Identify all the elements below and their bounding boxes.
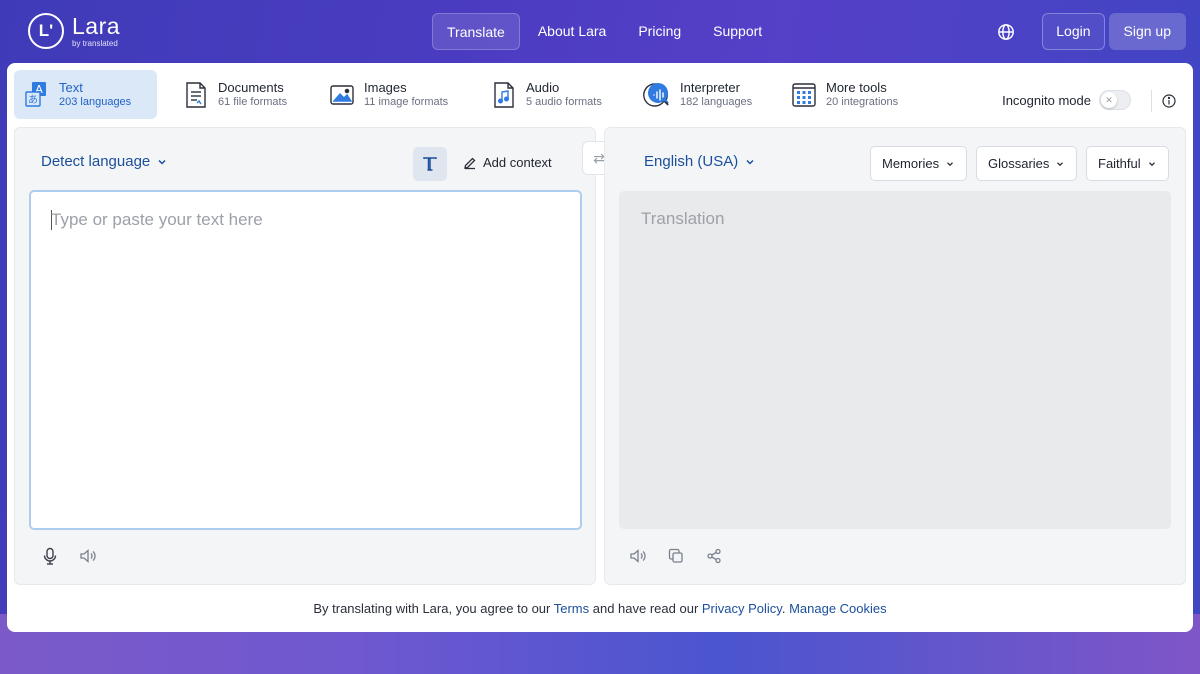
tab-more-tools-title: More tools [826,79,887,95]
tab-interpreter[interactable]: Interpreter 182 languages [631,70,769,119]
source-language-select[interactable]: Detect language [41,153,168,170]
login-button[interactable]: Login [1042,13,1105,50]
brand-sub: by translated [72,38,118,48]
add-context-label: Add context [483,155,552,170]
tab-audio[interactable]: Audio 5 audio formats [481,70,619,119]
tab-text-title: Text [59,79,83,95]
grid-tools-icon [791,81,817,109]
tab-documents[interactable]: Documents 61 file formats [173,70,303,119]
translation-placeholder: Translation [641,209,725,228]
chevron-down-icon [744,156,756,168]
share-icon[interactable] [703,545,725,567]
nav-about-lara[interactable]: About Lara [524,13,621,50]
signup-button[interactable]: Sign up [1108,13,1186,50]
terms-link[interactable]: Terms [554,601,589,616]
source-panel: Detect language Add context Type or past… [14,127,596,585]
chevron-down-icon [156,156,168,168]
tab-images[interactable]: Images 11 image formats [319,70,467,119]
target-language-select[interactable]: English (USA) [644,153,756,170]
text-format-button[interactable] [413,147,447,181]
memories-dropdown[interactable]: Memories [870,146,968,181]
glossaries-label: Glossaries [988,156,1050,171]
speaker-icon[interactable] [77,545,99,567]
style-label: Faithful [1098,156,1141,171]
logo-text: Lara by translated [72,12,121,48]
tab-audio-title: Audio [526,79,560,95]
document-icon [183,81,209,109]
top-navigation: L' Lara by translated Translate About La… [0,0,1200,62]
translation-output: Translation [619,191,1171,529]
svg-text:あ: あ [28,94,38,106]
source-placeholder: Type or paste your text here [51,210,263,229]
image-icon [329,81,355,109]
globe-icon[interactable] [988,14,1024,50]
logo-mark: L' [28,13,64,49]
tab-interpreter-sub: 182 languages [680,95,753,108]
tab-documents-sub: 61 file formats [218,95,288,108]
brand-name: Lara [72,12,121,39]
chevron-down-icon [1147,159,1157,169]
target-language-label: English (USA) [644,153,739,170]
glossaries-dropdown[interactable]: Glossaries [976,146,1078,181]
tab-images-title: Images [364,79,407,95]
source-language-label: Detect language [41,153,151,170]
tab-documents-title: Documents [218,79,284,95]
nav-pricing[interactable]: Pricing [624,13,695,50]
microphone-icon[interactable] [39,545,61,567]
tab-images-sub: 11 image formats [364,95,449,108]
memories-label: Memories [882,156,940,171]
divider [1151,90,1152,112]
pencil-icon [463,156,477,170]
speaker-icon[interactable] [627,545,649,567]
logo-glyph: L' [38,21,54,40]
incognito-control: Incognito mode ✕ [1002,90,1131,110]
footer-middle: and have read our [589,601,702,616]
incognito-toggle[interactable]: ✕ [1099,90,1131,110]
manage-cookies-link[interactable]: Manage Cookies [789,601,887,616]
audio-file-icon [491,81,517,109]
text-format-icon [422,156,438,172]
target-actions [627,545,725,567]
legal-footer: By translating with Lara, you agree to o… [7,601,1193,616]
tab-more-tools[interactable]: More tools 20 integrations [781,70,921,119]
incognito-label: Incognito mode [1002,92,1091,108]
text-translate-icon: A あ [24,81,50,109]
privacy-policy-link[interactable]: Privacy Policy [702,601,782,616]
tab-interpreter-title: Interpreter [680,79,740,95]
source-text-input[interactable]: Type or paste your text here [29,190,582,530]
toggle-knob: ✕ [1101,92,1117,108]
nav-right: Login Sign up [988,13,1186,50]
lara-logo[interactable]: L' Lara by translated [28,13,120,49]
chevron-down-icon [1055,159,1065,169]
tab-text-sub: 203 languages [59,95,132,108]
source-actions [39,545,99,567]
style-dropdown[interactable]: Faithful [1086,146,1169,181]
add-context-button[interactable]: Add context [463,155,552,170]
nav-translate[interactable]: Translate [432,13,520,50]
tab-text[interactable]: A あ Text 203 languages [14,70,157,119]
tab-more-tools-sub: 20 integrations [826,95,899,108]
footer-sep: . [781,601,790,616]
interpreter-icon [641,81,671,109]
info-icon[interactable] [1162,94,1176,108]
chevron-down-icon [945,159,955,169]
copy-icon[interactable] [665,545,687,567]
tab-audio-sub: 5 audio formats [526,95,602,108]
target-panel: English (USA) Memories Glossaries Faithf… [604,127,1186,585]
mode-tabs: A あ Text 203 languages Documents 61 file… [14,70,1186,119]
translator-card: A あ Text 203 languages Documents 61 file… [7,63,1193,632]
nav-links: Translate About Lara Pricing Support [432,13,780,50]
footer-prefix: By translating with Lara, you agree to o… [313,601,554,616]
nav-support[interactable]: Support [699,13,776,50]
